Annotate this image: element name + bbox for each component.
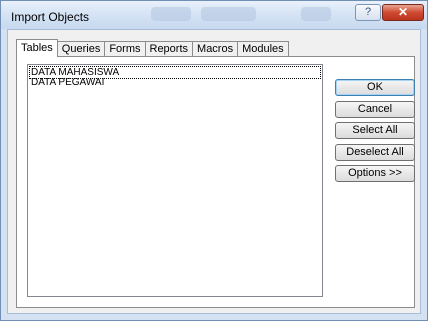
title-bar-blur (151, 7, 191, 21)
title-bar[interactable]: Import Objects ? ✕ (1, 1, 427, 29)
tab-bar: Tables Queries Forms Reports Macros Modu… (16, 39, 289, 57)
options-button[interactable]: Options >> (335, 165, 415, 182)
list-item[interactable]: DATA PEGAWAI (30, 77, 105, 88)
tab-reports[interactable]: Reports (145, 41, 194, 57)
tab-tables[interactable]: Tables (16, 39, 58, 57)
help-icon: ? (364, 6, 372, 18)
select-all-button[interactable]: Select All (335, 122, 415, 139)
ok-button[interactable]: OK (335, 79, 415, 96)
tables-list[interactable]: DATA MAHASISWA DATA PEGAWAI (27, 64, 323, 297)
tab-queries[interactable]: Queries (57, 41, 106, 57)
title-bar-blur (301, 7, 331, 21)
tab-panel-tables: DATA MAHASISWA DATA PEGAWAI OK Cancel Se… (16, 56, 415, 308)
help-button[interactable]: ? (355, 4, 381, 21)
close-icon: ✕ (397, 5, 409, 19)
tab-forms[interactable]: Forms (105, 41, 146, 57)
import-objects-dialog: Import Objects ? ✕ Tables Queries Forms … (0, 0, 428, 321)
window-title: Import Objects (11, 10, 90, 24)
cancel-button[interactable]: Cancel (335, 101, 415, 118)
close-button[interactable]: ✕ (382, 4, 424, 21)
tab-modules[interactable]: Modules (238, 41, 289, 57)
tab-macros[interactable]: Macros (193, 41, 239, 57)
title-bar-blur (201, 7, 256, 21)
dialog-body: Tables Queries Forms Reports Macros Modu… (7, 29, 421, 314)
deselect-all-button[interactable]: Deselect All (335, 144, 415, 161)
